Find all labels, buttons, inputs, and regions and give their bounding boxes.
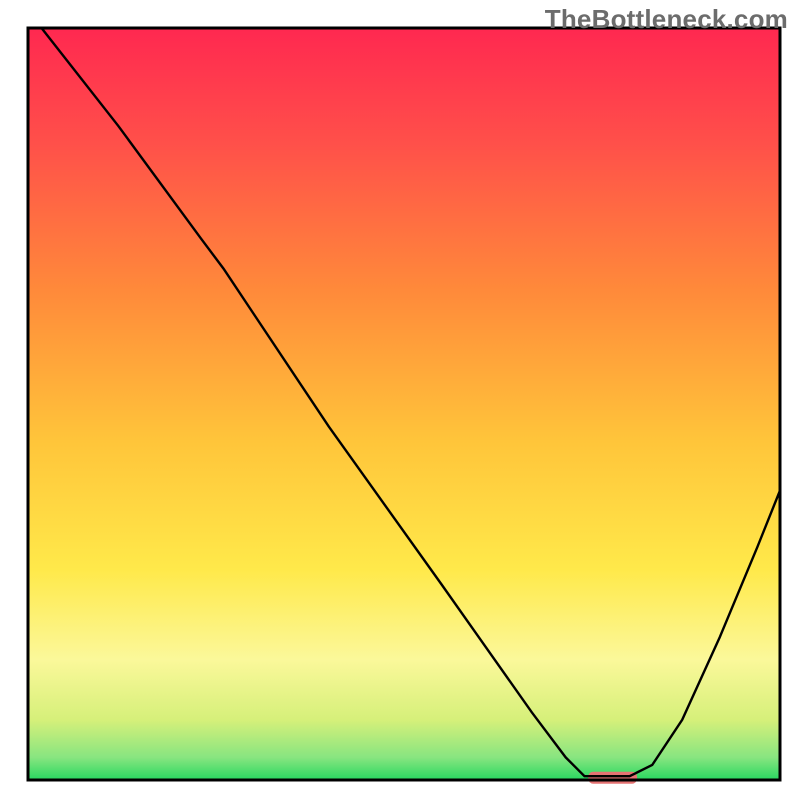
chart-svg <box>0 0 800 800</box>
bottleneck-chart: TheBottleneck.com <box>0 0 800 800</box>
plot-background <box>28 28 780 780</box>
watermark-label: TheBottleneck.com <box>545 4 788 35</box>
optimal-range-marker <box>588 772 637 784</box>
